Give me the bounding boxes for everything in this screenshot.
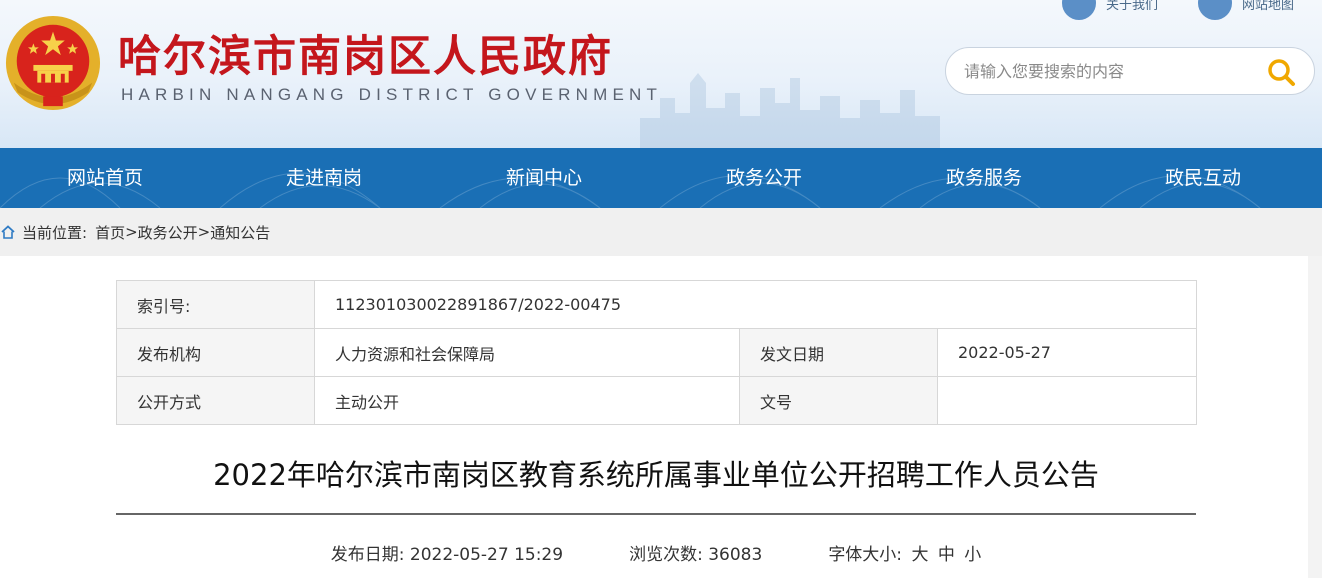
table-row: 公开方式 主动公开 文号 [116,376,1198,425]
nav-item-public[interactable]: 政务公开 [664,148,864,208]
top-link-about-label: 关于我们 [1106,0,1159,13]
top-link-about[interactable]: 关于我们 [1062,0,1158,20]
breadcrumb-notices[interactable]: 通知公告 [210,222,270,243]
nav-item-news[interactable]: 新闻中心 [444,148,644,208]
article-info-bar: 发布日期: 2022-05-27 15:29 浏览次数: 36083 字体大小:… [116,540,1196,565]
about-icon [1062,0,1096,20]
font-size-control: 字体大小: 大 中 小 [828,540,981,565]
site-subtitle: HARBIN NANGANG DISTRICT GOVERNMENT [121,85,663,104]
document-number-value [936,376,1198,425]
issue-date-value: 2022-05-27 [936,328,1198,377]
search-icon[interactable] [1266,57,1296,87]
nav-item-home[interactable]: 网站首页 [5,148,205,208]
article-title: 2022年哈尔滨市南岗区教育系统所属事业单位公开招聘工作人员公告 [213,458,1099,492]
table-row: 索引号: 112301030022891867/2022-00475 [116,280,1198,329]
publish-date-label: 发布日期: [330,545,405,565]
publish-date: 发布日期: 2022-05-27 15:29 [331,540,563,565]
index-number-label: 索引号: [116,280,315,329]
search-input[interactable] [964,56,1254,86]
main-nav: 网站首页 走进南岗 新闻中心 政务公开 政务服务 政民互动 [0,148,1322,208]
breadcrumb-separator: > [125,223,138,241]
publisher-label: 发布机构 [116,328,315,377]
font-size-large[interactable]: 大 [911,545,928,565]
font-size-label: 字体大小: [828,545,903,565]
page-scrollbar[interactable] [1308,256,1322,578]
font-size-medium[interactable]: 中 [938,545,955,565]
sitemap-icon [1198,0,1232,20]
document-meta-table: 索引号: 112301030022891867/2022-00475 发布机构 … [116,280,1198,425]
nav-item-services[interactable]: 政务服务 [884,148,1084,208]
home-icon [1,225,15,239]
view-count-label: 浏览次数: [629,545,703,565]
publisher-value: 人力资源和社会保障局 [314,328,740,377]
breadcrumb: 当前位置: 首页 > 政务公开 > 通知公告 [0,208,1322,256]
nav-item-about[interactable]: 走进南岗 [224,148,424,208]
top-link-sitemap-label: 网站地图 [1242,0,1295,13]
city-skyline-decoration [640,73,940,148]
index-number-value: 112301030022891867/2022-00475 [313,280,1198,329]
national-emblem-logo [5,15,101,111]
breadcrumb-public[interactable]: 政务公开 [138,222,198,243]
breadcrumb-home[interactable]: 首页 [95,222,125,243]
disclosure-mode-value: 主动公开 [314,376,740,425]
table-row: 发布机构 人力资源和社会保障局 发文日期 2022-05-27 [116,328,1198,377]
view-count: 浏览次数: 36083 [629,540,762,565]
site-title: 哈尔滨市南岗区人民政府 [118,32,613,82]
publish-date-value: 2022-05-27 15:29 [409,545,564,565]
font-size-small[interactable]: 小 [964,545,981,565]
document-number-label: 文号 [739,376,938,425]
site-header: 哈尔滨市南岗区人民政府 HARBIN NANGANG DISTRICT GOVE… [0,0,1322,148]
breadcrumb-label: 当前位置: [22,223,88,242]
issue-date-label: 发文日期 [739,328,938,377]
breadcrumb-separator: > [197,223,211,241]
top-link-sitemap[interactable]: 网站地图 [1198,0,1294,20]
search-box [945,47,1315,95]
title-divider [116,513,1196,515]
view-count-value: 36083 [708,545,763,565]
disclosure-mode-label: 公开方式 [116,376,315,425]
nav-item-interact[interactable]: 政民互动 [1103,148,1303,208]
